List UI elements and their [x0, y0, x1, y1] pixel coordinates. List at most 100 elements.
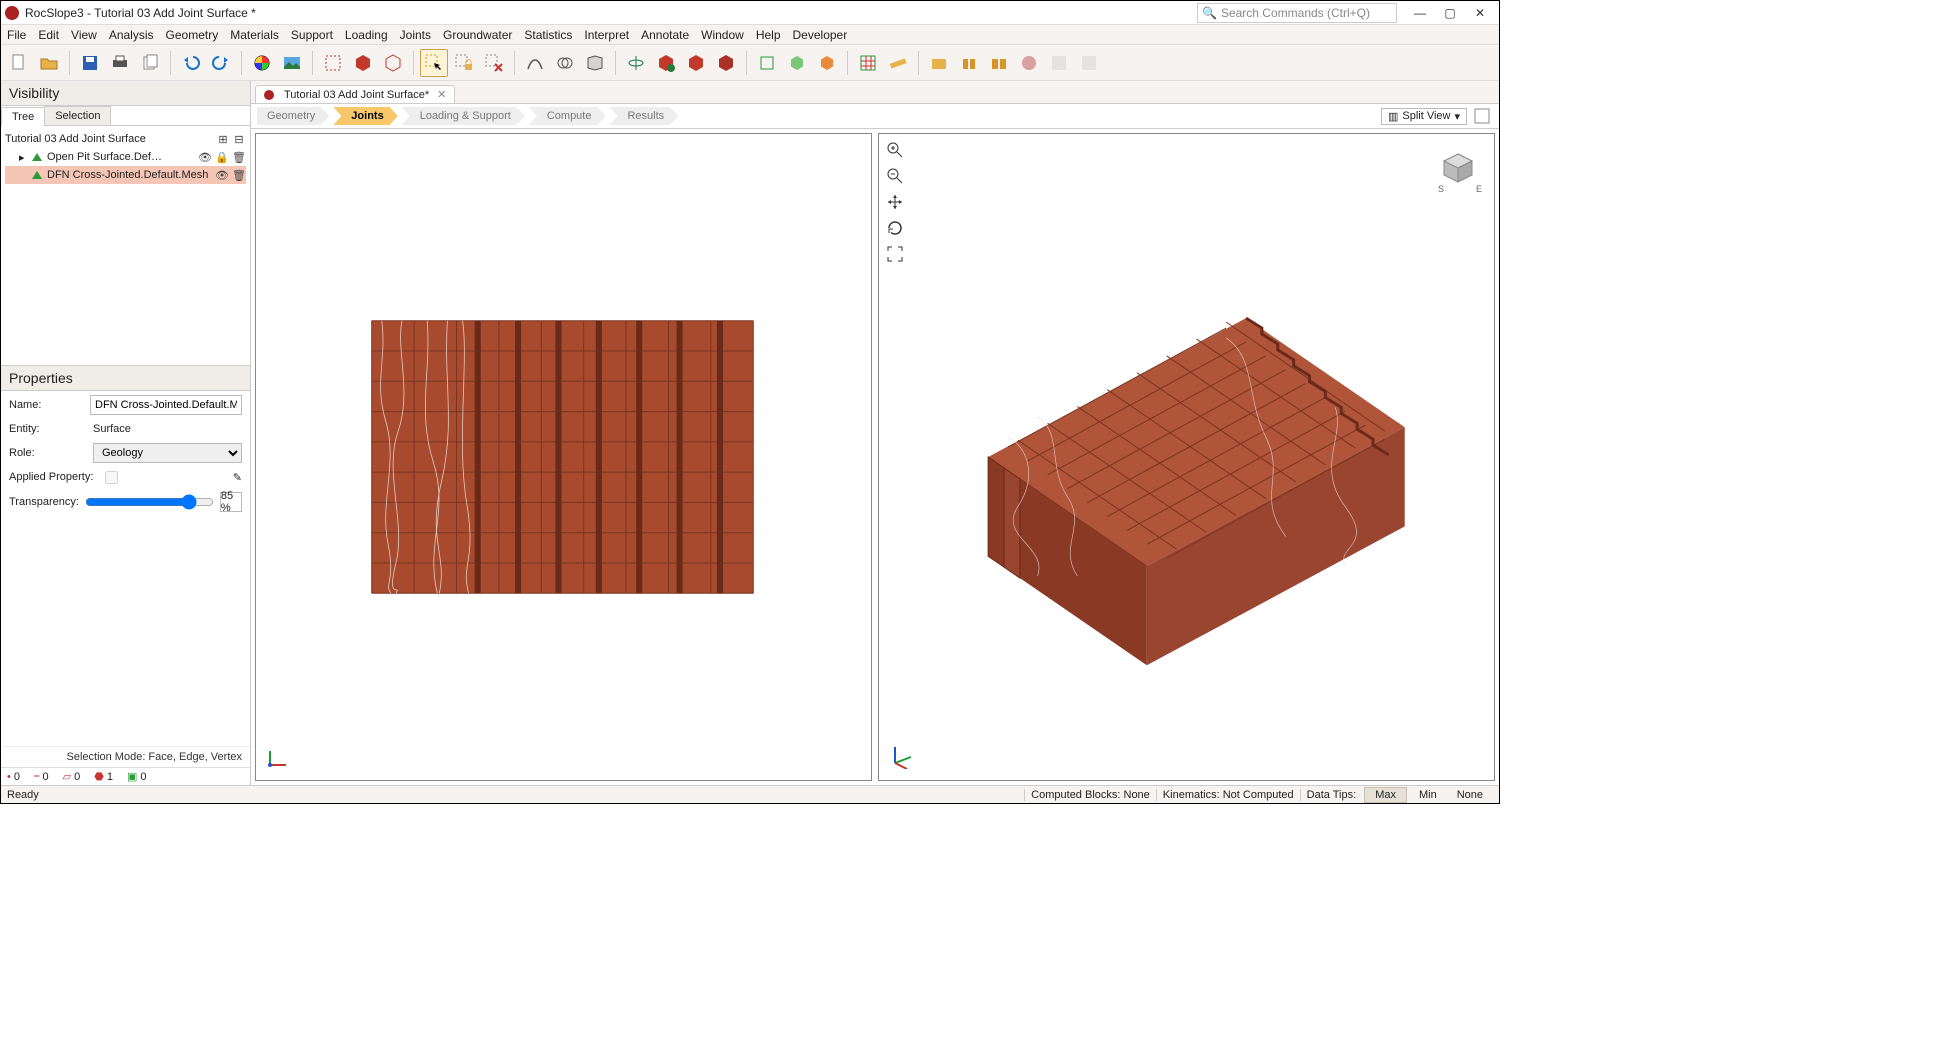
- copy-view-button[interactable]: [136, 49, 164, 77]
- view-selector[interactable]: ▥ Split View ▾: [1381, 108, 1467, 125]
- menu-edit[interactable]: Edit: [38, 28, 59, 42]
- tips-max-button[interactable]: Max: [1364, 787, 1407, 803]
- block3-button[interactable]: [985, 49, 1013, 77]
- step-loading[interactable]: Loading & Support: [402, 107, 525, 125]
- search-icon: 🔍: [1202, 6, 1217, 20]
- delete-icon[interactable]: 🗑: [232, 150, 246, 164]
- fit-icon[interactable]: [885, 244, 905, 264]
- viewport-plan[interactable]: [255, 133, 872, 781]
- selection-tool-button[interactable]: [420, 49, 448, 77]
- step-geometry[interactable]: Geometry: [257, 107, 329, 125]
- curve-button[interactable]: [521, 49, 549, 77]
- clear-select-button[interactable]: [480, 49, 508, 77]
- app-icon: [5, 6, 19, 20]
- hex-orange-button[interactable]: [813, 49, 841, 77]
- reset-view-icon[interactable]: [885, 218, 905, 238]
- menu-geometry[interactable]: Geometry: [166, 28, 219, 42]
- image-button[interactable]: [278, 49, 306, 77]
- undo-button[interactable]: [177, 49, 205, 77]
- menu-joints[interactable]: Joints: [400, 28, 431, 42]
- tree-item-open-pit[interactable]: ▸ Open Pit Surface.Default.Mesh_ext 👁 🔒 …: [5, 148, 246, 166]
- delete-icon[interactable]: 🗑: [232, 168, 246, 182]
- block1-button[interactable]: [925, 49, 953, 77]
- status-bar: Ready Computed Blocks: None Kinematics: …: [1, 785, 1499, 803]
- main-area: Tutorial 03 Add Joint Surface* ✕ Geometr…: [251, 81, 1499, 785]
- menu-materials[interactable]: Materials: [230, 28, 279, 42]
- tree-root-row[interactable]: Tutorial 03 Add Joint Surface ⊞ ⊟: [5, 130, 246, 148]
- select-window-button[interactable]: [319, 49, 347, 77]
- color-wheel-button[interactable]: [248, 49, 276, 77]
- menu-interpret[interactable]: Interpret: [584, 28, 629, 42]
- tips-min-button[interactable]: Min: [1409, 789, 1447, 801]
- menu-loading[interactable]: Loading: [345, 28, 388, 42]
- menu-file[interactable]: File: [7, 28, 26, 42]
- cube-outline-button[interactable]: [379, 49, 407, 77]
- role-select[interactable]: Geology: [93, 443, 242, 463]
- red-polyhedron2-button[interactable]: [682, 49, 710, 77]
- menu-help[interactable]: Help: [756, 28, 781, 42]
- minimize-button[interactable]: —: [1405, 3, 1435, 23]
- hex-green-button[interactable]: [783, 49, 811, 77]
- tab-selection[interactable]: Selection: [44, 106, 111, 125]
- redo-button[interactable]: [207, 49, 235, 77]
- expand-icon[interactable]: ▸: [19, 151, 27, 164]
- red-polyhedron1-button[interactable]: [652, 49, 680, 77]
- menu-window[interactable]: Window: [701, 28, 744, 42]
- tree-item-dfn[interactable]: DFN Cross-Jointed.Default.Mesh 👁 🗑: [5, 166, 246, 184]
- eye-icon[interactable]: 👁: [215, 168, 229, 182]
- pan-icon[interactable]: [885, 192, 905, 212]
- step-compute[interactable]: Compute: [529, 107, 606, 125]
- edit-pencil-icon[interactable]: ✎: [233, 471, 242, 484]
- lock-select-button[interactable]: [450, 49, 478, 77]
- print-button[interactable]: [106, 49, 134, 77]
- transparency-spinner[interactable]: 85 %: [220, 492, 242, 512]
- tips-none-button[interactable]: None: [1447, 789, 1493, 801]
- close-button[interactable]: ✕: [1465, 3, 1495, 23]
- red-polyhedron3-button[interactable]: [712, 49, 740, 77]
- tool-b-button[interactable]: [1075, 49, 1103, 77]
- intersect-button[interactable]: [551, 49, 579, 77]
- menu-statistics[interactable]: Statistics: [524, 28, 572, 42]
- view-extra-button[interactable]: [1471, 105, 1493, 127]
- tab-tree[interactable]: Tree: [1, 107, 45, 126]
- file-tab[interactable]: Tutorial 03 Add Joint Surface* ✕: [255, 85, 455, 103]
- collapse-all-icon[interactable]: ⊟: [232, 132, 246, 146]
- eye-icon[interactable]: 👁: [198, 150, 212, 164]
- lock-icon[interactable]: 🔒: [215, 150, 229, 164]
- orientation-cube[interactable]: S E: [1430, 142, 1486, 201]
- save-button[interactable]: [76, 49, 104, 77]
- grid-button[interactable]: [854, 49, 882, 77]
- tool-a-button[interactable]: [1045, 49, 1073, 77]
- main-toolbar: [1, 45, 1499, 81]
- menu-view[interactable]: View: [71, 28, 97, 42]
- step-joints[interactable]: Joints: [333, 107, 397, 125]
- block2-button[interactable]: [955, 49, 983, 77]
- maximize-button[interactable]: ▢: [1435, 3, 1465, 23]
- step-results[interactable]: Results: [609, 107, 678, 125]
- zoom-out-icon[interactable]: [885, 166, 905, 186]
- axis-gizmo-plan: [266, 745, 290, 772]
- menu-support[interactable]: Support: [291, 28, 333, 42]
- menu-analysis[interactable]: Analysis: [109, 28, 154, 42]
- menu-groundwater[interactable]: Groundwater: [443, 28, 512, 42]
- region-button[interactable]: [581, 49, 609, 77]
- viewport-3d[interactable]: S E: [878, 133, 1495, 781]
- measure-button[interactable]: [884, 49, 912, 77]
- cube-red-button[interactable]: [349, 49, 377, 77]
- menu-annotate[interactable]: Annotate: [641, 28, 689, 42]
- sphere-button[interactable]: [1015, 49, 1043, 77]
- cube-green-button[interactable]: [753, 49, 781, 77]
- menu-developer[interactable]: Developer: [793, 28, 848, 42]
- transparency-slider[interactable]: [85, 494, 214, 510]
- name-field[interactable]: [90, 395, 242, 415]
- close-tab-icon[interactable]: ✕: [437, 88, 446, 101]
- expand-all-icon[interactable]: ⊞: [216, 132, 230, 146]
- new-file-button[interactable]: [5, 49, 33, 77]
- open-file-button[interactable]: [35, 49, 63, 77]
- count-face: ▱0: [63, 770, 81, 783]
- search-commands[interactable]: 🔍 Search Commands (Ctrl+Q): [1197, 3, 1397, 23]
- zoom-in-icon[interactable]: [885, 140, 905, 160]
- chevron-down-icon: ▾: [1454, 110, 1460, 123]
- viewport-tools: [885, 140, 905, 264]
- rotate3d-button[interactable]: [622, 49, 650, 77]
